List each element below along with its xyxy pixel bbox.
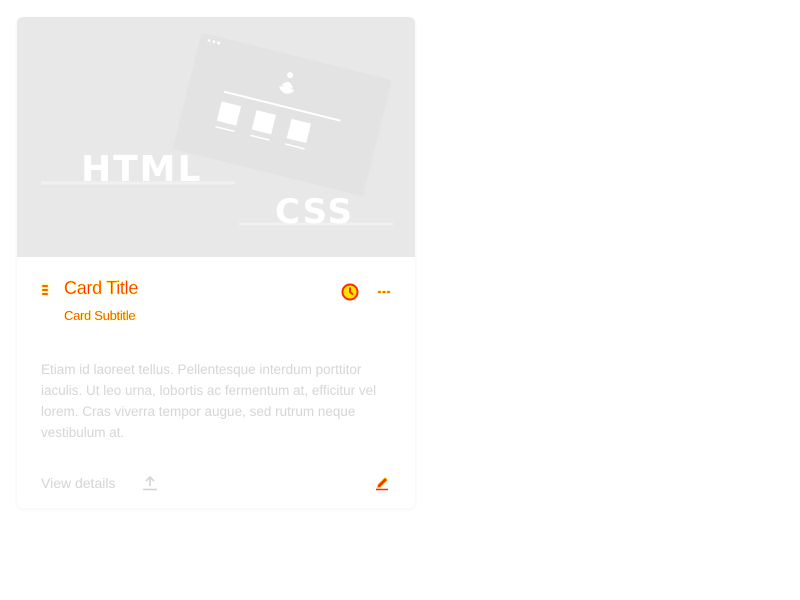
- card-description: Etiam id laoreet tellus. Pellentesque in…: [41, 362, 377, 440]
- html-word: HTML: [81, 149, 202, 190]
- card-actions: View details: [17, 467, 415, 499]
- card-header: Card Title Card Subtitle: [17, 257, 415, 337]
- edit-pencil-icon[interactable]: [373, 474, 391, 492]
- more-options-icon[interactable]: [373, 281, 395, 303]
- share-upload-icon[interactable]: [141, 474, 159, 492]
- view-details-link[interactable]: View details: [41, 475, 115, 491]
- card-subtitle: Card Subtitle: [64, 308, 136, 323]
- card-title: Card Title: [64, 278, 139, 298]
- card-hero-image: HTML CSS: [17, 17, 415, 257]
- drag-handle-icon[interactable]: [40, 284, 50, 296]
- clock-icon[interactable]: [339, 281, 361, 303]
- css-word: CSS: [275, 192, 354, 232]
- card: HTML CSS Card Title Card Subtitle Etiam …: [17, 17, 415, 508]
- html-css-illustration: HTML CSS: [41, 33, 393, 232]
